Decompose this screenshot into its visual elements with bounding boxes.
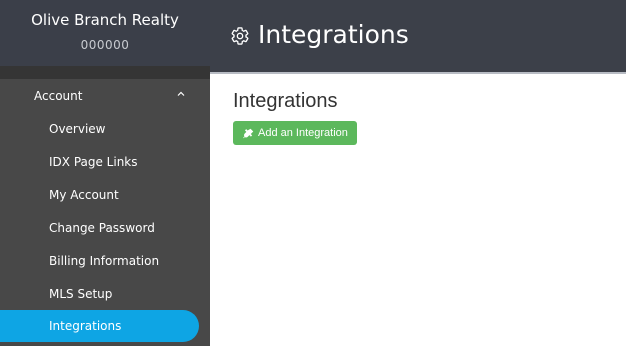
- chevron-up-icon: [177, 91, 185, 96]
- sidebar-item-label: MLS Setup: [49, 287, 113, 301]
- add-integration-button[interactable]: Add an Integration: [233, 121, 357, 145]
- sidebar-item-label: Overview: [49, 122, 106, 136]
- sidebar-item-billing-information[interactable]: Billing Information: [0, 246, 210, 276]
- brand-id: 000000: [80, 38, 130, 52]
- sidebar-item-change-password[interactable]: Change Password: [0, 213, 210, 243]
- sidebar-item-label: IDX Page Links: [49, 155, 138, 169]
- main-content: Integrations Add an Integration: [210, 74, 626, 346]
- page-header: Integrations: [210, 0, 626, 74]
- sidebar-item-overview[interactable]: Overview: [0, 114, 210, 144]
- brand-name: Olive Branch Realty: [31, 11, 179, 29]
- sidebar-section-account[interactable]: Account: [0, 86, 210, 108]
- sidebar-item-mls-setup[interactable]: MLS Setup: [0, 279, 210, 309]
- page-title: Integrations: [258, 20, 409, 49]
- sidebar-section-label: Account: [34, 89, 83, 103]
- sidebar-item-label: Integrations: [49, 319, 122, 333]
- add-integration-label: Add an Integration: [258, 127, 348, 139]
- sidebar-item-label: Change Password: [49, 221, 155, 235]
- gear-icon: [231, 27, 249, 45]
- sidebar-item-idx-page-links[interactable]: IDX Page Links: [0, 147, 210, 177]
- divider: [0, 66, 210, 79]
- sidebar-item-my-account[interactable]: My Account: [0, 180, 210, 210]
- sidebar: Olive Branch Realty 000000 Account Overv…: [0, 0, 210, 346]
- sidebar-item-integrations[interactable]: Integrations: [0, 310, 199, 342]
- plug-icon: [243, 128, 254, 138]
- sidebar-item-label: My Account: [49, 188, 119, 202]
- sidebar-item-label: Billing Information: [49, 254, 160, 268]
- brand-block: Olive Branch Realty 000000: [0, 0, 210, 66]
- section-heading: Integrations: [233, 90, 338, 112]
